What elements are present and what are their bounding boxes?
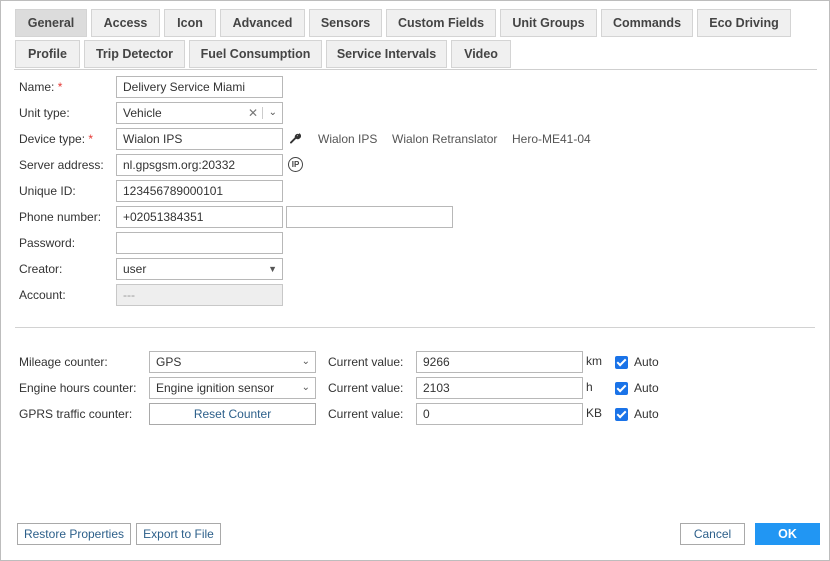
clear-icon[interactable]: ✕: [248, 103, 258, 123]
unit-type-value: Vehicle: [123, 106, 162, 120]
creator-value: user: [123, 262, 147, 276]
engine-auto-checkbox[interactable]: [615, 382, 628, 395]
engine-value-input[interactable]: 2103: [416, 377, 583, 399]
tab-trip-detector[interactable]: Trip Detector: [84, 40, 185, 68]
server-address-input[interactable]: nl.gpsgsm.org:20332: [116, 154, 283, 176]
server-address-label: Server address:: [19, 158, 104, 172]
chevron-down-icon[interactable]: ⌄: [269, 103, 277, 123]
chevron-down-icon[interactable]: ⌄: [302, 378, 310, 398]
creator-label: Creator:: [19, 262, 63, 276]
gprs-current-value-label: Current value:: [328, 407, 404, 421]
gprs-auto-checkbox[interactable]: [615, 408, 628, 421]
tab-general[interactable]: General: [15, 9, 87, 37]
wrench-icon[interactable]: [289, 132, 301, 144]
mileage-counter-value: GPS: [156, 355, 182, 369]
tab-access[interactable]: Access: [91, 9, 160, 37]
device-type-label: Device type: *: [19, 132, 94, 146]
engine-hours-value: Engine ignition sensor: [156, 381, 275, 395]
mileage-current-value-label: Current value:: [328, 355, 404, 369]
phone-number-label: Phone number:: [19, 210, 102, 224]
tab-eco-driving[interactable]: Eco Driving: [697, 9, 791, 37]
device-suggestion-hero[interactable]: Hero-ME41-04: [512, 132, 591, 146]
tab-custom-fields[interactable]: Custom Fields: [386, 9, 496, 37]
ok-button[interactable]: OK: [755, 523, 820, 545]
mileage-auto-label: Auto: [634, 355, 659, 369]
account-label: Account:: [19, 288, 66, 302]
export-to-file-button[interactable]: Export to File: [136, 523, 221, 545]
gprs-value-input[interactable]: 0: [416, 403, 583, 425]
gprs-traffic-label: GPRS traffic counter:: [19, 407, 133, 421]
tab-fuel-consumption[interactable]: Fuel Consumption: [189, 40, 322, 68]
tab-profile[interactable]: Profile: [15, 40, 80, 68]
tab-icon[interactable]: Icon: [164, 9, 216, 37]
phone-number-input[interactable]: +02051384351: [116, 206, 283, 228]
tab-sensors[interactable]: Sensors: [309, 9, 382, 37]
mileage-value-input[interactable]: 9266: [416, 351, 583, 373]
section-divider: [15, 327, 815, 328]
tab-commands[interactable]: Commands: [601, 9, 693, 37]
engine-auto-label: Auto: [634, 381, 659, 395]
unique-id-input[interactable]: 123456789000101: [116, 180, 283, 202]
engine-hours-select[interactable]: Engine ignition sensor ⌄: [149, 377, 316, 399]
engine-unit: h: [586, 380, 593, 394]
tab-video[interactable]: Video: [451, 40, 511, 68]
tab-advanced[interactable]: Advanced: [220, 9, 305, 37]
unit-type-label: Unit type:: [19, 106, 70, 120]
tab-underline: [14, 69, 817, 70]
reset-counter-button[interactable]: Reset Counter: [149, 403, 316, 425]
engine-hours-label: Engine hours counter:: [19, 381, 137, 395]
select-divider: [262, 107, 263, 119]
device-type-input[interactable]: Wialon IPS: [116, 128, 283, 150]
tab-unit-groups[interactable]: Unit Groups: [500, 9, 597, 37]
engine-current-value-label: Current value:: [328, 381, 404, 395]
restore-properties-button[interactable]: Restore Properties: [17, 523, 131, 545]
chevron-down-icon[interactable]: ⌄: [302, 352, 310, 372]
mileage-unit: km: [586, 354, 602, 368]
unit-type-select[interactable]: Vehicle ✕ ⌄: [116, 102, 283, 124]
mileage-auto-checkbox[interactable]: [615, 356, 628, 369]
gprs-auto-label: Auto: [634, 407, 659, 421]
mileage-counter-label: Mileage counter:: [19, 355, 108, 369]
gprs-unit: KB: [586, 406, 603, 420]
ip-icon[interactable]: IP: [288, 157, 303, 172]
cancel-button[interactable]: Cancel: [680, 523, 745, 545]
mileage-counter-select[interactable]: GPS ⌄: [149, 351, 316, 373]
tab-service-intervals[interactable]: Service Intervals: [326, 40, 447, 68]
device-suggestion-wialon-retranslator[interactable]: Wialon Retranslator: [392, 132, 497, 146]
password-input[interactable]: [116, 232, 283, 254]
device-suggestion-wialon-ips[interactable]: Wialon IPS: [318, 132, 377, 146]
unique-id-label: Unique ID:: [19, 184, 76, 198]
unit-properties-dialog: General Access Icon Advanced Sensors Cus…: [0, 0, 830, 561]
creator-select[interactable]: user ▼: [116, 258, 283, 280]
account-input: ---: [116, 284, 283, 306]
phone-number-2-input[interactable]: [286, 206, 453, 228]
name-input[interactable]: Delivery Service Miami: [116, 76, 283, 98]
name-label: Name: *: [19, 80, 63, 94]
password-label: Password:: [19, 236, 76, 250]
caret-down-icon[interactable]: ▼: [268, 259, 277, 279]
